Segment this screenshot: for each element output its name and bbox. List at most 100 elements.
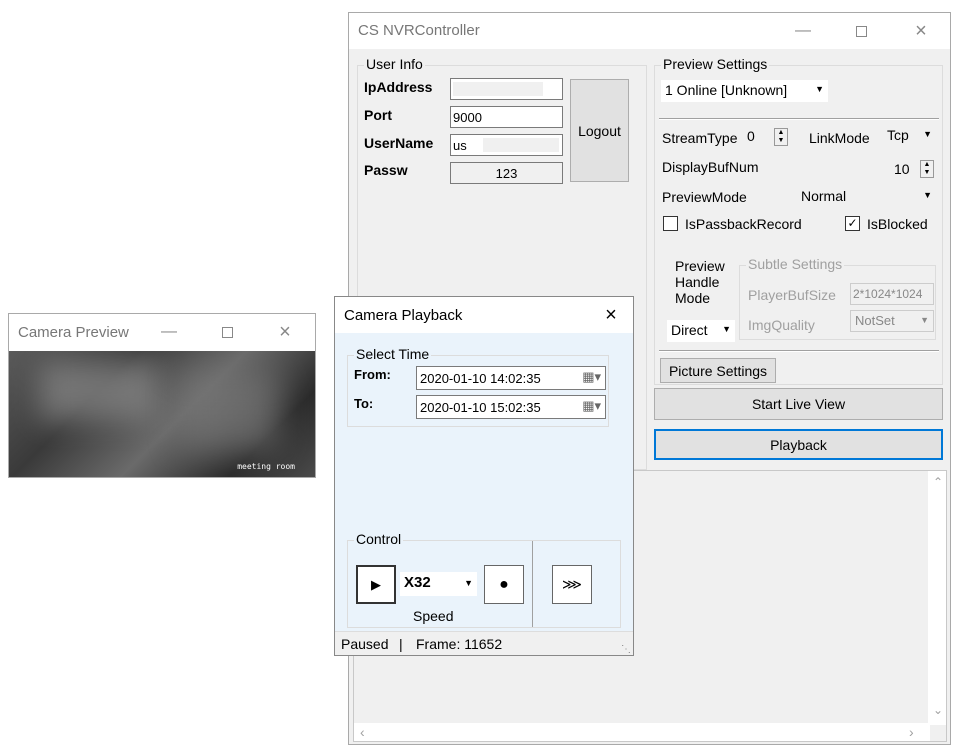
password-value: 123 — [495, 166, 518, 181]
maximize-icon[interactable] — [205, 317, 249, 347]
stream-type-spinner[interactable]: ▲ ▼ — [774, 128, 788, 146]
record-button[interactable]: ● — [484, 565, 524, 604]
to-datetime-picker[interactable]: 2020-01-10 15:02:35 ▦▾ — [416, 395, 606, 419]
player-buf-label: PlayerBufSize — [748, 287, 836, 303]
status-state: Paused — [341, 636, 389, 652]
status-separator: | — [399, 636, 403, 652]
calendar-icon[interactable]: ▦▾ — [582, 369, 601, 385]
channel-select[interactable]: 1 Online [Unknown] ▼ — [661, 80, 828, 102]
user-info-title: User Info — [364, 56, 425, 72]
passback-label: IsPassbackRecord — [685, 216, 802, 232]
picture-settings-button[interactable]: Picture Settings — [660, 358, 776, 383]
vertical-scrollbar[interactable] — [928, 471, 946, 725]
subtle-settings-group: Subtle Settings PlayerBufSize 2*1024*102… — [739, 256, 936, 340]
speed-value: X32 — [404, 574, 431, 591]
handle-mode-label: Handle — [675, 274, 720, 290]
preview-settings-group: Preview Settings 1 Online [Unknown] ▼ Str… — [654, 56, 943, 385]
horizontal-scrollbar[interactable] — [354, 723, 930, 741]
select-time-title: Select Time — [354, 346, 432, 362]
handle-mode-label: Mode — [675, 290, 711, 306]
subtle-settings-title: Subtle Settings — [746, 256, 845, 272]
step-forward-icon: ⋙ — [562, 576, 582, 592]
scroll-down-icon[interactable]: ⌄ — [933, 703, 943, 717]
chevron-down-icon: ▼ — [464, 578, 473, 588]
playback-titlebar[interactable]: Camera Playback × — [335, 297, 633, 333]
play-icon: ▶ — [371, 576, 381, 592]
channel-value: 1 Online [Unknown] — [665, 82, 788, 98]
chevron-down-icon: ▼ — [920, 315, 929, 325]
port-value: 9000 — [453, 110, 482, 125]
divider — [659, 118, 939, 120]
stream-type-label: StreamType — [662, 130, 738, 146]
to-value: 2020-01-10 15:02:35 — [420, 400, 541, 415]
blocked-checkbox[interactable]: ✓ — [845, 216, 860, 231]
img-quality-value: NotSet — [855, 313, 895, 328]
select-time-group: Select Time From: 2020-01-10 14:02:35 ▦▾ … — [347, 346, 609, 427]
password-input[interactable]: 123 — [450, 162, 563, 184]
resize-grip-icon[interactable]: ⋱ — [621, 644, 631, 655]
main-window-title: CS NVRController — [358, 22, 480, 39]
chevron-down-icon: ▼ — [722, 324, 731, 334]
control-group: Control ▶ X32 ▼ Speed ● ⋙ — [347, 531, 621, 628]
playback-title: Camera Playback — [344, 307, 463, 324]
from-label: From: — [354, 367, 391, 382]
stream-type-value[interactable]: 0 — [747, 128, 755, 144]
scroll-up-icon[interactable]: ⌃ — [933, 475, 943, 489]
preview-mode-value: Normal — [801, 188, 847, 204]
step-forward-button[interactable]: ⋙ — [552, 565, 592, 604]
video-blur-region — [39, 361, 159, 421]
img-quality-label: ImgQuality — [748, 317, 815, 333]
port-label: Port — [364, 107, 392, 123]
divider — [532, 541, 533, 627]
to-label: To: — [354, 396, 374, 411]
display-buf-value[interactable]: 10 — [894, 161, 910, 177]
handle-mode-value: Direct — [671, 322, 708, 338]
link-mode-label: LinkMode — [809, 130, 870, 146]
start-live-view-button[interactable]: Start Live View — [654, 388, 943, 420]
preview-mode-select[interactable]: Normal ▼ — [797, 186, 936, 208]
logout-button[interactable]: Logout — [570, 79, 629, 182]
preview-settings-title: Preview Settings — [661, 56, 770, 72]
img-quality-select: NotSet ▼ — [850, 310, 934, 332]
minimize-icon[interactable]: — — [147, 317, 191, 347]
port-input[interactable]: 9000 — [450, 106, 563, 128]
blocked-label: IsBlocked — [867, 216, 928, 232]
camera-preview-window: Camera Preview — × meeting room — [8, 313, 316, 478]
close-icon[interactable]: × — [263, 317, 307, 347]
ip-input[interactable] — [450, 78, 563, 100]
camera-preview-title: Camera Preview — [18, 324, 129, 341]
speed-select[interactable]: X32 ▼ — [400, 572, 477, 596]
handle-mode-select[interactable]: Direct ▼ — [667, 320, 735, 342]
camera-preview-titlebar[interactable]: Camera Preview — × — [9, 314, 315, 350]
username-input[interactable]: us — [450, 134, 563, 156]
maximize-icon[interactable] — [839, 16, 883, 46]
from-value: 2020-01-10 14:02:35 — [420, 371, 541, 386]
status-bar: Paused | Frame: 11652 ⋱ — [335, 631, 633, 655]
play-button[interactable]: ▶ — [356, 565, 396, 604]
close-icon[interactable]: × — [589, 300, 633, 330]
close-icon[interactable]: × — [899, 16, 943, 46]
display-buf-spinner[interactable]: ▲ ▼ — [920, 160, 934, 178]
chevron-down-icon: ▼ — [923, 129, 932, 139]
playback-button[interactable]: Playback — [654, 429, 943, 460]
link-mode-select[interactable]: Tcp ▼ — [883, 125, 936, 147]
minimize-icon[interactable]: — — [781, 16, 825, 46]
passback-checkbox[interactable] — [663, 216, 678, 231]
camera-video-feed[interactable]: meeting room — [9, 351, 315, 477]
speed-label: Speed — [413, 608, 454, 624]
player-buf-input: 2*1024*1024 — [850, 283, 934, 305]
divider — [659, 350, 939, 352]
status-frame: Frame: 11652 — [416, 636, 503, 652]
username-label: UserName — [364, 135, 434, 151]
handle-mode-label: Preview — [675, 258, 725, 274]
scroll-left-icon[interactable]: ‹ — [360, 724, 365, 740]
display-buf-label: DisplayBufNum — [662, 159, 759, 175]
from-datetime-picker[interactable]: 2020-01-10 14:02:35 ▦▾ — [416, 366, 606, 390]
record-icon: ● — [499, 575, 509, 593]
chevron-down-icon: ▼ — [923, 190, 932, 200]
ip-label: IpAddress — [364, 79, 433, 95]
calendar-icon[interactable]: ▦▾ — [582, 398, 601, 414]
scroll-right-icon[interactable]: › — [909, 724, 914, 740]
main-titlebar[interactable]: CS NVRController — × — [349, 13, 950, 49]
playback-dialog: Camera Playback × Select Time From: 2020… — [334, 296, 634, 656]
